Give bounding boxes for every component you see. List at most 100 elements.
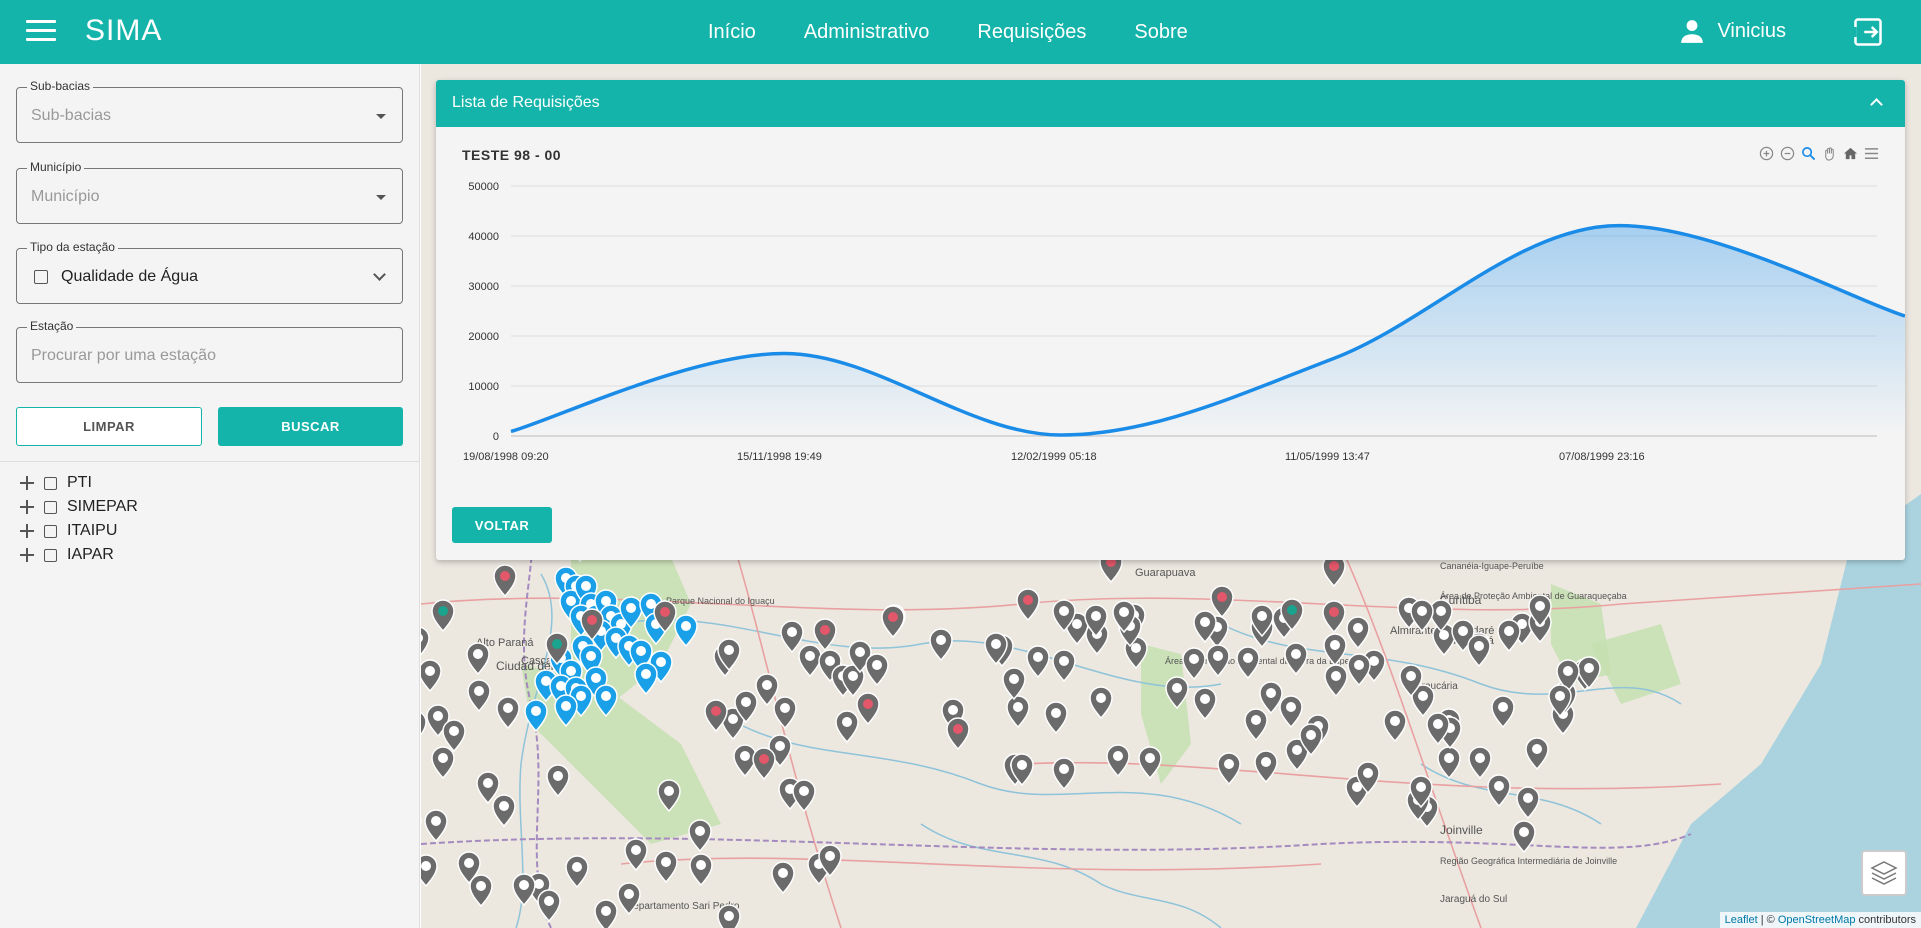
- station-marker-icon[interactable]: [1052, 649, 1076, 683]
- tree-checkbox[interactable]: [44, 476, 57, 490]
- station-marker-icon[interactable]: [493, 564, 517, 598]
- nav-sobre[interactable]: Sobre: [1134, 21, 1187, 44]
- station-marker-icon[interactable]: [624, 838, 648, 872]
- pan-hand-icon[interactable]: [1822, 146, 1837, 161]
- station-marker-icon[interactable]: [512, 873, 536, 907]
- tipo-estacao-checkbox[interactable]: [34, 270, 48, 284]
- station-marker-icon[interactable]: [1210, 585, 1234, 619]
- station-marker-icon[interactable]: [689, 853, 713, 887]
- station-marker-icon[interactable]: [773, 696, 797, 730]
- station-marker-icon[interactable]: [1322, 600, 1346, 634]
- station-marker-icon[interactable]: [1259, 681, 1283, 715]
- selection-zoom-icon[interactable]: [1801, 146, 1816, 161]
- station-marker-icon[interactable]: [1491, 695, 1515, 729]
- layers-icon[interactable]: [1861, 850, 1907, 896]
- back-button[interactable]: VOLTAR: [452, 507, 552, 543]
- panel-header[interactable]: Lista de Requisições: [436, 80, 1905, 127]
- tree-item-iapar[interactable]: IAPAR: [20, 543, 138, 567]
- station-marker-icon[interactable]: [1016, 588, 1040, 622]
- station-marker-icon[interactable]: [431, 746, 455, 780]
- station-marker-icon[interactable]: [1206, 644, 1230, 678]
- tree-checkbox[interactable]: [44, 548, 57, 562]
- expand-icon[interactable]: [20, 524, 34, 538]
- logout-icon[interactable]: [1853, 17, 1883, 47]
- station-marker-icon[interactable]: [546, 764, 570, 798]
- station-marker-icon[interactable]: [1193, 687, 1217, 721]
- clear-button[interactable]: LIMPAR: [16, 407, 202, 446]
- station-marker-icon[interactable]: [1324, 664, 1348, 698]
- station-marker-icon[interactable]: [421, 626, 430, 658]
- station-marker-icon[interactable]: [421, 659, 442, 693]
- chart-menu-icon[interactable]: [1864, 146, 1879, 161]
- station-marker-icon[interactable]: [752, 747, 776, 781]
- station-marker-icon[interactable]: [565, 855, 589, 889]
- station-marker-icon[interactable]: [717, 904, 741, 928]
- station-marker-icon[interactable]: [1244, 708, 1268, 742]
- station-marker-icon[interactable]: [856, 692, 880, 726]
- station-marker-icon[interactable]: [1467, 634, 1491, 668]
- station-marker-icon[interactable]: [492, 794, 516, 828]
- station-marker-icon[interactable]: [946, 717, 970, 751]
- station-marker-icon[interactable]: [792, 779, 816, 813]
- reset-home-icon[interactable]: [1843, 146, 1858, 161]
- station-marker-icon[interactable]: [1254, 750, 1278, 784]
- tree-item-itaipu[interactable]: ITAIPU: [20, 519, 138, 543]
- station-marker-icon[interactable]: [1006, 695, 1030, 729]
- expand-icon[interactable]: [20, 548, 34, 562]
- station-marker-icon[interactable]: [1044, 701, 1068, 735]
- station-marker-icon[interactable]: [1236, 646, 1260, 680]
- station-marker-icon[interactable]: [1347, 653, 1371, 687]
- station-marker-icon[interactable]: [431, 599, 455, 633]
- nav-inicio[interactable]: Início: [708, 21, 756, 44]
- station-marker-icon[interactable]: [1217, 752, 1241, 786]
- leaflet-link[interactable]: Leaflet: [1725, 914, 1758, 926]
- station-marker-icon[interactable]: [929, 628, 953, 662]
- station-marker-icon[interactable]: [1052, 757, 1076, 791]
- station-marker-icon[interactable]: [594, 899, 618, 928]
- nav-administrativo[interactable]: Administrativo: [804, 21, 930, 44]
- expand-icon[interactable]: [20, 476, 34, 490]
- zoom-in-icon[interactable]: [1759, 146, 1774, 161]
- tipo-estacao-select[interactable]: Tipo da estação Qualidade de Água: [16, 240, 403, 304]
- search-button[interactable]: BUSCAR: [218, 407, 403, 446]
- station-marker-icon[interactable]: [780, 620, 804, 654]
- zoom-out-icon[interactable]: [1780, 146, 1795, 161]
- station-marker-icon[interactable]: [496, 696, 520, 730]
- station-marker-icon[interactable]: [674, 614, 698, 648]
- station-marker-icon[interactable]: [1346, 616, 1370, 650]
- station-marker-icon[interactable]: [1026, 645, 1050, 679]
- station-marker-icon[interactable]: [469, 874, 493, 908]
- station-marker-icon[interactable]: [1468, 746, 1492, 780]
- station-marker-icon[interactable]: [424, 809, 448, 843]
- station-marker-icon[interactable]: [1516, 786, 1540, 820]
- station-marker-icon[interactable]: [467, 679, 491, 713]
- station-marker-icon[interactable]: [1437, 746, 1461, 780]
- station-marker-icon[interactable]: [654, 850, 678, 884]
- sub-bacias-select[interactable]: Sub-bacias Sub-bacias: [16, 79, 403, 143]
- tree-checkbox[interactable]: [44, 500, 57, 514]
- station-marker-icon[interactable]: [1512, 820, 1536, 854]
- station-marker-icon[interactable]: [1487, 774, 1511, 808]
- station-marker-icon[interactable]: [442, 719, 466, 753]
- station-marker-icon[interactable]: [421, 711, 427, 742]
- station-marker-icon[interactable]: [1089, 686, 1113, 720]
- station-marker-icon[interactable]: [865, 653, 889, 687]
- station-marker-icon[interactable]: [1002, 667, 1026, 701]
- nav-requisicoes[interactable]: Requisições: [977, 21, 1086, 44]
- station-marker-icon[interactable]: [537, 889, 561, 923]
- station-marker-icon[interactable]: [634, 662, 658, 696]
- station-marker-icon[interactable]: [688, 819, 712, 853]
- tree-checkbox[interactable]: [44, 524, 57, 538]
- station-marker-icon[interactable]: [421, 854, 438, 888]
- station-marker-icon[interactable]: [1182, 647, 1206, 681]
- tree-item-simepar[interactable]: SIMEPAR: [20, 495, 138, 519]
- chevron-up-icon[interactable]: [1870, 98, 1883, 111]
- station-marker-icon[interactable]: [835, 710, 859, 744]
- station-marker-icon[interactable]: [1497, 619, 1521, 653]
- menu-icon[interactable]: [26, 20, 56, 44]
- station-marker-icon[interactable]: [1383, 709, 1407, 743]
- user-menu[interactable]: Vinicius: [1679, 18, 1786, 44]
- station-marker-icon[interactable]: [1106, 744, 1130, 778]
- chart-plot[interactable]: 0 10000 20000 30000 40000 50000 19/08/1998 09:…: [436, 170, 1905, 490]
- estacao-search-input[interactable]: Estação Procurar por uma estação: [16, 319, 403, 383]
